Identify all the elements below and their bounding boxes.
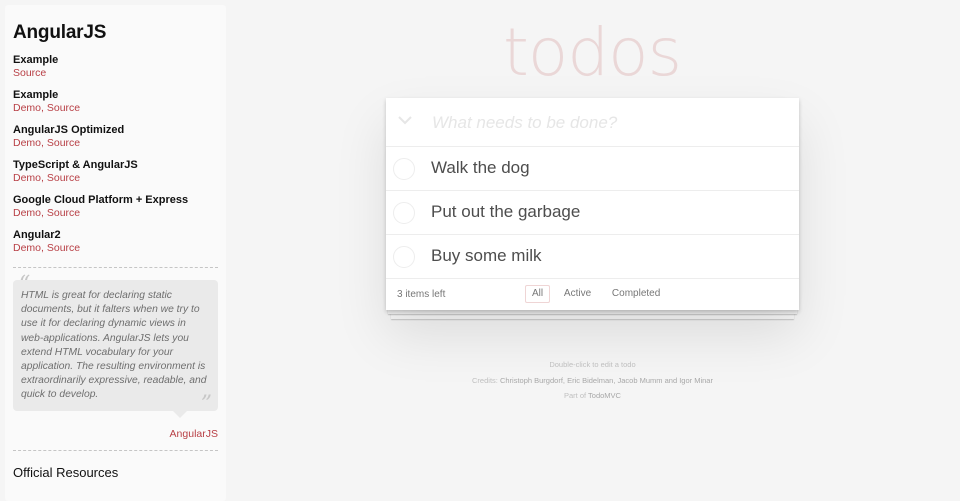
demo-link[interactable]: Demo — [13, 242, 41, 254]
example-name: Angular2 — [13, 229, 61, 241]
app-title: todos — [503, 14, 682, 91]
quote-text: HTML is great for declaring static docum… — [13, 280, 218, 411]
todomvc-link[interactable]: TodoMVC — [588, 391, 621, 400]
part-of-prefix: Part of — [564, 391, 589, 400]
todo-checkbox[interactable] — [393, 246, 415, 268]
info-footer: Double-click to edit a todo Credits: Chr… — [386, 357, 799, 404]
example-item: TypeScript & AngularJS Demo, Source — [13, 159, 218, 185]
open-quote-icon: “ — [19, 272, 31, 297]
todo-label[interactable]: Walk the dog — [431, 158, 530, 178]
example-name: TypeScript & AngularJS — [13, 159, 138, 171]
example-name: Example — [13, 54, 59, 66]
todo-checkbox[interactable] — [393, 202, 415, 224]
example-item: Google Cloud Platform + Express Demo, So… — [13, 194, 218, 220]
quote-block: “ HTML is great for declaring static doc… — [13, 272, 218, 418]
todo-header — [386, 98, 799, 147]
todo-checkbox[interactable] — [393, 158, 415, 180]
todo-item: Buy some milk — [386, 235, 799, 279]
sidebar-title: AngularJS — [13, 22, 107, 43]
example-item: Example Demo, Source — [13, 89, 218, 115]
quote-attribution-link[interactable]: AngularJS — [170, 428, 218, 440]
source-link[interactable]: Source — [47, 242, 80, 254]
todo-footer: 3 items left All Active Completed — [386, 279, 799, 309]
example-name: Google Cloud Platform + Express — [13, 194, 189, 206]
source-link[interactable]: Source — [13, 67, 46, 79]
chevron-down-icon[interactable] — [396, 111, 414, 129]
demo-link[interactable]: Demo — [13, 137, 41, 149]
credits-line: Credits: Christoph Burgdorf, Eric Bidelm… — [386, 373, 799, 389]
official-resources-heading: Official Resources — [13, 464, 119, 480]
todo-label[interactable]: Buy some milk — [431, 246, 542, 266]
example-name: Example — [13, 89, 59, 101]
todo-item: Walk the dog — [386, 147, 799, 191]
source-link[interactable]: Source — [47, 137, 80, 149]
example-item: Example Source — [13, 54, 218, 80]
source-link[interactable]: Source — [47, 207, 80, 219]
edit-hint: Double-click to edit a todo — [549, 360, 636, 369]
items-left-count: 3 items left — [397, 289, 446, 300]
close-quote-icon: ” — [200, 391, 212, 417]
divider — [13, 449, 218, 451]
divider — [13, 267, 218, 268]
filter-all[interactable]: All — [525, 285, 551, 303]
filters: All Active Completed — [525, 285, 671, 303]
filter-active[interactable]: Active — [557, 285, 598, 303]
demo-link[interactable]: Demo — [13, 172, 41, 184]
new-todo-input[interactable] — [430, 104, 784, 142]
todo-app: Walk the dog Put out the garbage Buy som… — [386, 98, 799, 310]
demo-link[interactable]: Demo — [13, 207, 41, 219]
credits-link[interactable]: Christoph Burgdorf, Eric Bidelman, Jacob… — [500, 376, 713, 385]
source-link[interactable]: Source — [47, 172, 80, 184]
filter-completed[interactable]: Completed — [605, 285, 667, 303]
example-item: AngularJS Optimized Demo, Source — [13, 124, 218, 150]
example-name: AngularJS Optimized — [13, 124, 125, 136]
example-item: Angular2 Demo, Source — [13, 229, 218, 255]
sidebar: AngularJS Example Source Example Demo, S… — [5, 5, 226, 501]
todo-label[interactable]: Put out the garbage — [431, 202, 580, 222]
todo-item: Put out the garbage — [386, 191, 799, 235]
credits-prefix: Credits: — [472, 375, 500, 385]
part-of-line: Part of TodoMVC — [386, 388, 799, 404]
source-link[interactable]: Source — [47, 102, 80, 114]
quote-tail — [172, 409, 188, 418]
demo-link[interactable]: Demo — [13, 102, 41, 114]
